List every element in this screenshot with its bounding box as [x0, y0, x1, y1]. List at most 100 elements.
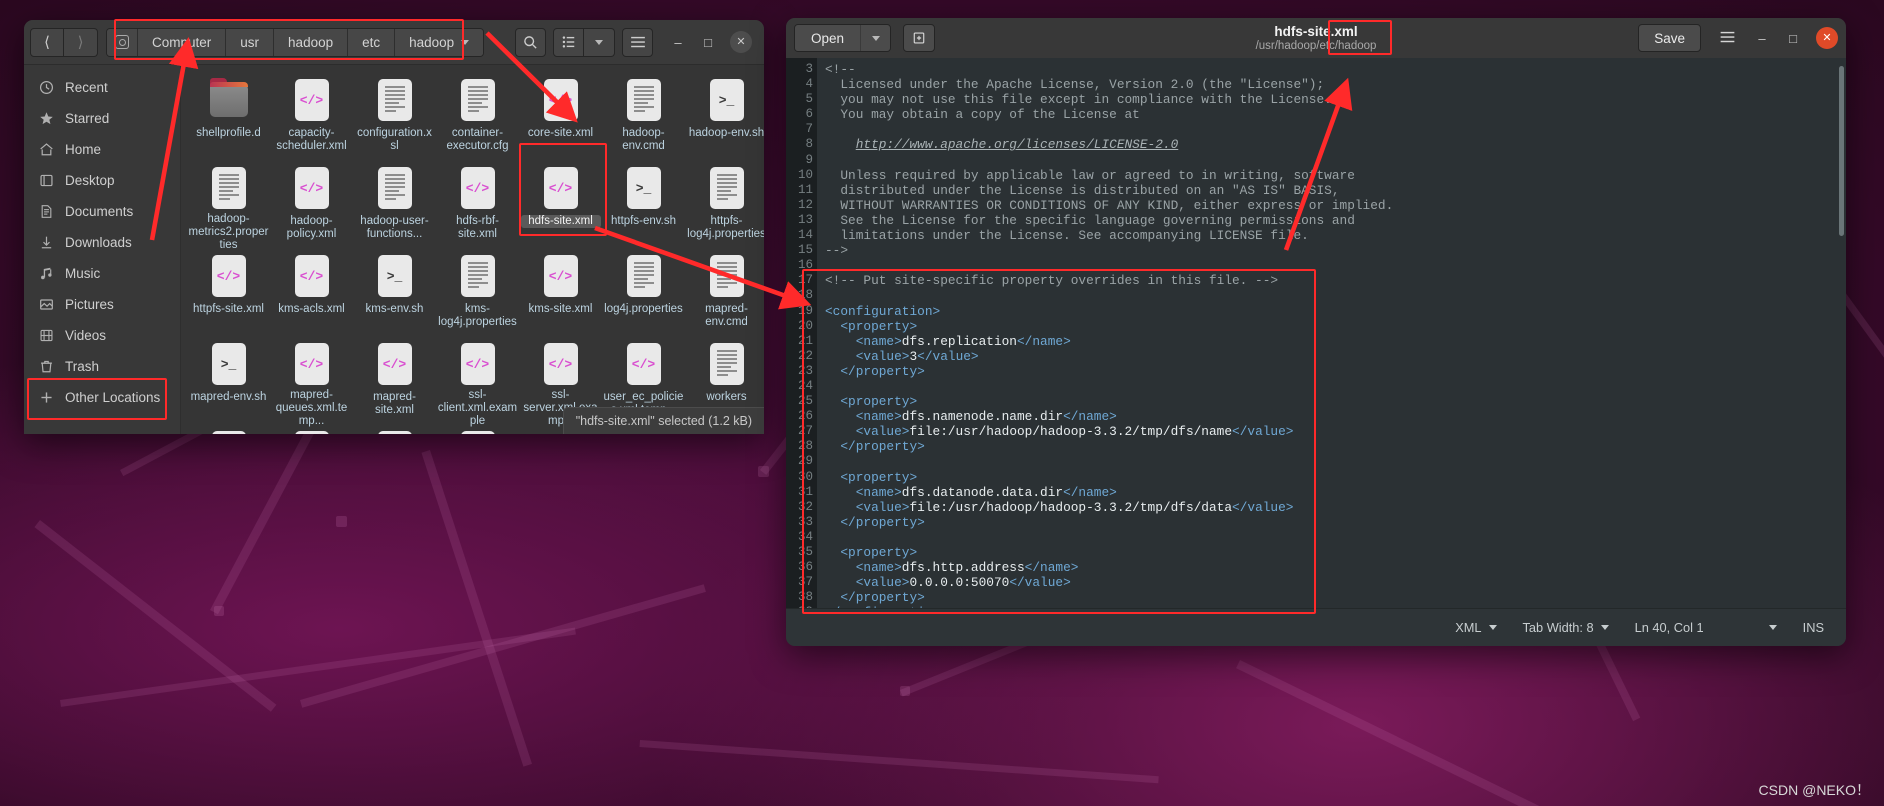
breadcrumb-item-etc[interactable]: etc: [348, 28, 396, 56]
open-button[interactable]: Open: [795, 25, 861, 51]
file-item[interactable]: mapred-env.cmd: [685, 249, 764, 337]
code-text-area[interactable]: <!-- Licensed under the Apache License, …: [817, 58, 1846, 608]
file-item[interactable]: [187, 425, 270, 434]
cursor-position-selector[interactable]: Ln 40, Col 1: [1635, 620, 1777, 635]
file-item[interactable]: </> hdfs-site.xml: [519, 161, 602, 249]
file-item[interactable]: </> hdfs-rbf-site.xml: [436, 161, 519, 249]
sidebar-item-label: Music: [65, 266, 101, 281]
file-item[interactable]: </> kms-acls.xml: [270, 249, 353, 337]
maximize-button[interactable]: □: [1785, 31, 1801, 46]
file-item[interactable]: </> core-site.xml: [519, 73, 602, 161]
file-item[interactable]: </> capacity-scheduler.xml: [270, 73, 353, 161]
minimize-button[interactable]: –: [1754, 31, 1770, 46]
back-icon[interactable]: ⟨: [30, 27, 64, 57]
file-item[interactable]: kms-log4j.properties: [436, 249, 519, 337]
save-button[interactable]: Save: [1638, 24, 1701, 52]
file-label: core-site.xml: [527, 127, 594, 139]
file-item[interactable]: hadoop-metrics2.properties: [187, 161, 270, 251]
minimize-button[interactable]: –: [670, 35, 686, 50]
file-item[interactable]: httpfs-log4j.properties: [685, 161, 764, 249]
file-item[interactable]: </> mapred-queues.xml.temp...: [270, 337, 353, 427]
code-line: http://www.apache.org/licenses/LICENSE-2…: [855, 137, 1179, 153]
sidebar-item-desktop[interactable]: Desktop: [24, 165, 180, 196]
sidebar-item-music[interactable]: Music: [24, 258, 180, 289]
computer-disc-icon[interactable]: [107, 28, 138, 56]
breadcrumb-item-hadoop[interactable]: hadoop: [274, 28, 349, 56]
sidebar-item-home[interactable]: Home: [24, 134, 180, 165]
line-number: 28: [797, 439, 813, 454]
forward-icon[interactable]: ⟩: [64, 27, 98, 57]
file-item[interactable]: >_: [270, 425, 353, 434]
sidebar-item-label: Trash: [65, 359, 100, 374]
view-dropdown-chevron-down-icon[interactable]: [584, 27, 615, 57]
search-icon[interactable]: [515, 27, 546, 57]
file-item[interactable]: configuration.xsl: [353, 73, 436, 161]
file-item[interactable]: log4j.properties: [602, 249, 685, 337]
code-line: See the License for the specific languag…: [825, 212, 1355, 228]
file-item[interactable]: >_ httpfs-env.sh: [602, 161, 685, 249]
breadcrumb-item-computer[interactable]: Computer: [138, 28, 227, 56]
code-line: <name>dfs.replication</name>: [825, 333, 1071, 349]
file-label: hadoop-policy.xml: [286, 215, 337, 240]
file-item[interactable]: </> httpfs-site.xml: [187, 249, 270, 337]
file-item[interactable]: >_ hadoop-env.sh: [685, 73, 764, 161]
file-label: hadoop-metrics2.properties: [188, 213, 269, 251]
close-button[interactable]: ✕: [1816, 27, 1838, 49]
file-item[interactable]: [353, 425, 436, 434]
code-line: </property>: [825, 514, 925, 530]
editor-scrollbar[interactable]: [1839, 66, 1844, 236]
sidebar-item-label: Videos: [65, 328, 107, 343]
file-item[interactable]: </>: [436, 425, 519, 434]
text-file-icon: [708, 343, 746, 387]
file-item[interactable]: hadoop-user-functions...: [353, 161, 436, 249]
language-selector[interactable]: XML: [1455, 620, 1497, 635]
sidebar-item-trash[interactable]: Trash: [24, 351, 180, 382]
line-number: 11: [797, 182, 813, 197]
hamburger-menu-icon[interactable]: [622, 27, 653, 57]
new-document-icon[interactable]: [903, 24, 936, 52]
code-file-icon: </>: [542, 343, 580, 385]
file-label: hadoop-env.sh: [688, 127, 764, 139]
line-number-gutter: 3 4 5 6 7 8 9 10 11 12 13 14 15 16 17 18 19 20 21 22 23 24 25 2…: [786, 58, 817, 608]
editor-body[interactable]: 3 4 5 6 7 8 9 10 11 12 13 14 15 16 17 18 19 20 21 22 23 24 25 2…: [786, 58, 1846, 608]
breadcrumb-item-hadoop-current[interactable]: hadoop: [395, 28, 484, 56]
sidebar-item-starred[interactable]: Starred: [24, 103, 180, 134]
sidebar-item-other-locations[interactable]: Other Locations: [24, 382, 180, 413]
breadcrumb-item-usr[interactable]: usr: [226, 28, 275, 56]
file-item[interactable]: </> hadoop-policy.xml: [270, 161, 353, 249]
close-button[interactable]: ✕: [730, 31, 752, 53]
maximize-button[interactable]: □: [700, 35, 716, 50]
sidebar-item-videos[interactable]: Videos: [24, 320, 180, 351]
file-manager-window: ⟨ ⟩ Computer usr hadoop etc hadoop – □ ✕…: [24, 20, 764, 434]
chevron-down-icon: [1768, 625, 1777, 630]
line-number: 32: [797, 499, 813, 514]
code-line: <value>file:/usr/hadoop/hadoop-3.3.2/tmp…: [825, 424, 1294, 440]
editor-header-right: Save – □ ✕: [1638, 24, 1838, 52]
tab-width-selector[interactable]: Tab Width: 8: [1523, 620, 1609, 635]
watermark: CSDN @NEKO！: [1758, 782, 1870, 798]
file-item[interactable]: shellprofile.d: [187, 73, 270, 161]
sidebar-item-recent[interactable]: Recent: [24, 72, 180, 103]
sidebar-item-documents[interactable]: Documents: [24, 196, 180, 227]
code-file-icon: </>: [459, 343, 497, 385]
file-item[interactable]: >_ mapred-env.sh: [187, 337, 270, 425]
star-icon: [38, 111, 54, 127]
file-item[interactable]: hadoop-env.cmd: [602, 73, 685, 161]
sidebar: Recent Starred Home Desktop Documents Do…: [24, 65, 181, 434]
line-number: 18: [797, 288, 813, 303]
file-item[interactable]: container-executor.cfg: [436, 73, 519, 161]
sidebar-item-downloads[interactable]: Downloads: [24, 227, 180, 258]
file-item[interactable]: </> kms-site.xml: [519, 249, 602, 337]
code-line: <!--: [825, 62, 856, 77]
open-dropdown-chevron-down-icon[interactable]: [860, 25, 891, 51]
list-view-icon[interactable]: [553, 27, 584, 57]
file-item[interactable]: </> mapred-site.xml: [353, 337, 436, 425]
sidebar-item-pictures[interactable]: Pictures: [24, 289, 180, 320]
file-item[interactable]: </> ssl-client.xml.example: [436, 337, 519, 427]
hamburger-menu-icon[interactable]: [1716, 30, 1739, 47]
line-number: 25: [797, 394, 813, 409]
insert-mode-indicator[interactable]: INS: [1803, 620, 1824, 635]
window-controls: – □ ✕: [670, 31, 758, 53]
file-item[interactable]: >_ kms-env.sh: [353, 249, 436, 337]
